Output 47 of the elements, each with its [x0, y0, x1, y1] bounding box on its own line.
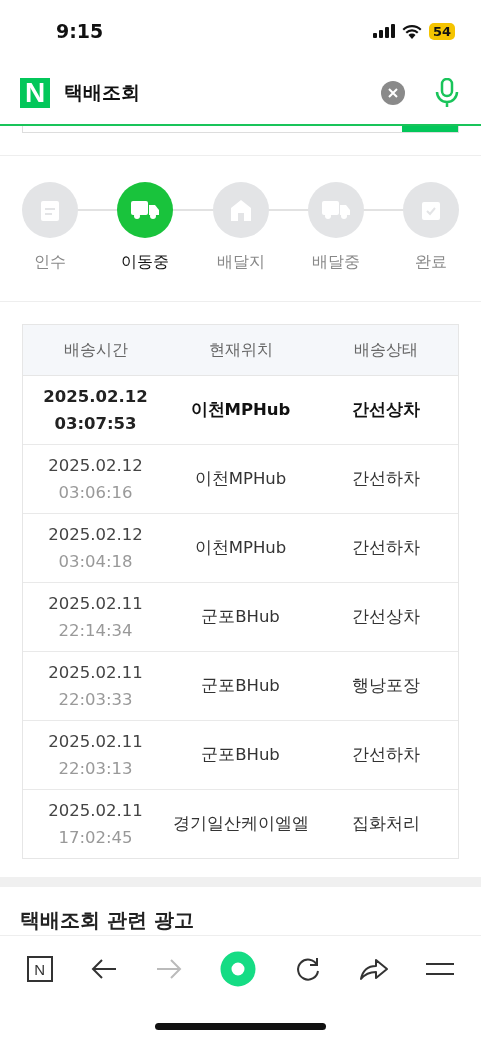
menu-icon[interactable]	[426, 962, 455, 976]
column-header: 배송상태	[352, 339, 419, 361]
ring-icon[interactable]	[220, 951, 257, 987]
datetime-cell-text: 2025.02.12 03:07:53	[42, 386, 149, 435]
location-cell-text: 군포BHub	[200, 744, 281, 766]
ad-section-title: 택배조회 관련 광고	[20, 907, 194, 934]
step-label: 인수	[34, 252, 66, 273]
signal-icon	[372, 24, 395, 38]
house-icon	[229, 198, 252, 222]
back-icon[interactable]	[89, 958, 118, 980]
status-cell-text: 간선상차	[350, 606, 421, 628]
search-query[interactable]: 택배조회	[64, 80, 367, 106]
battery-level: 54	[428, 22, 455, 40]
truck-icon	[320, 199, 351, 221]
column-header: 현재위치	[207, 339, 274, 361]
clipboard-icon	[39, 198, 61, 222]
status-cell-text: 간선하차	[350, 537, 421, 559]
status-cell-text: 간선하차	[350, 744, 421, 766]
datetime-cell-text: 2025.02.12 03:06:16	[47, 455, 144, 504]
clear-button[interactable]	[381, 81, 405, 105]
step-label: 이동중	[121, 252, 170, 273]
status-cell-text: 간선상차	[350, 399, 421, 421]
location-cell-text: 이천MPHub	[193, 468, 288, 490]
status-cell-text: 간선하차	[350, 468, 421, 490]
datetime-cell-text: 2025.02.12 03:04:18	[47, 524, 144, 573]
close-icon	[388, 88, 398, 98]
home-button[interactable]: N	[26, 956, 53, 982]
share-icon[interactable]	[359, 956, 390, 982]
datetime-cell-text: 2025.02.11 22:14:34	[47, 593, 144, 642]
step-label: 배달중	[311, 252, 360, 273]
step-label: 완료	[415, 252, 447, 273]
clock-time: 9:15	[56, 20, 104, 42]
step-label: 배달지	[216, 252, 265, 273]
location-cell-text: 이천MPHub	[193, 537, 288, 559]
datetime-cell-text: 2025.02.11 17:02:45	[47, 800, 144, 849]
datetime-cell-text: 2025.02.11 22:03:13	[47, 731, 144, 780]
truck-icon	[130, 199, 161, 221]
status-cell-text: 집화처리	[350, 813, 421, 835]
microphone-icon[interactable]	[435, 78, 459, 108]
datetime-cell-text: 2025.02.11 22:03:33	[47, 662, 144, 711]
location-cell-text: 이천MPHub	[189, 399, 292, 421]
wifi-icon	[401, 23, 422, 39]
status-cell-text: 행낭포장	[350, 675, 421, 697]
column-header: 배송시간	[62, 339, 129, 361]
location-cell-text: 군포BHub	[200, 606, 281, 628]
location-cell-text: 경기일산케이엘엘	[171, 813, 310, 835]
location-cell-text: 군포BHub	[200, 675, 281, 697]
